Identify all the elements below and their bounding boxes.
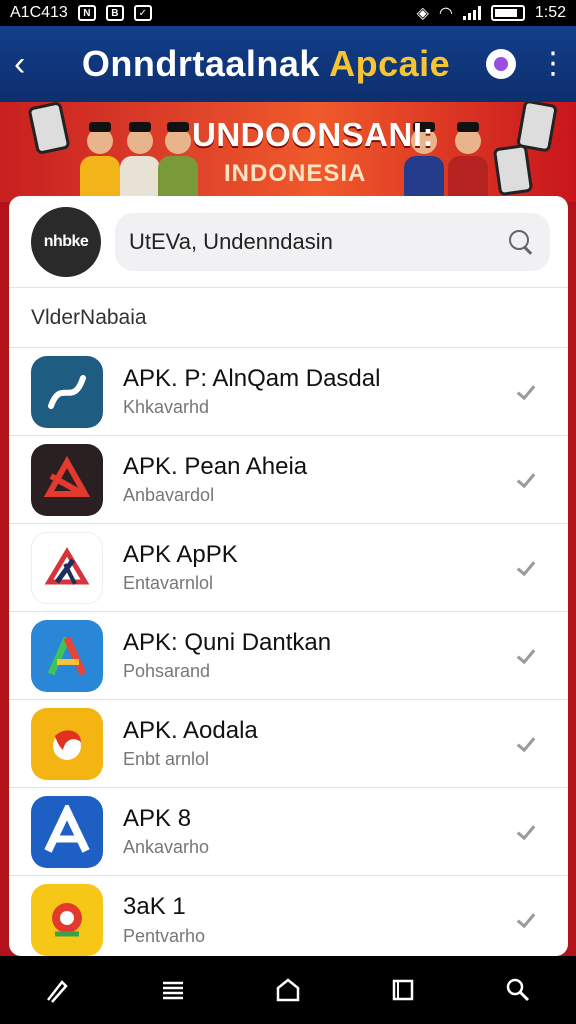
search-input[interactable] — [129, 228, 506, 255]
menu-button[interactable] — [149, 966, 197, 1014]
navigation-bar — [0, 956, 576, 1024]
app-bar: ‹ Onndrtaalnak Apcaie ⋮ — [0, 26, 576, 102]
map-pin-icon — [31, 884, 103, 956]
app-subtitle: Enbt arnlol — [123, 749, 210, 770]
battery-icon — [490, 5, 525, 21]
list-item[interactable]: APK ApPK Entavarnlol — [9, 524, 568, 612]
list-item[interactable]: APK. Pean Aheia Anbavardol — [9, 436, 568, 524]
title-accent: Apcaie — [329, 43, 451, 84]
home-button[interactable] — [264, 966, 312, 1014]
status-clock: 1:52 — [534, 4, 566, 21]
app-name: 3aK 1 — [123, 893, 186, 921]
assistant-icon — [494, 57, 508, 71]
section-label: VlderNabaia — [9, 288, 568, 348]
notification-n-icon: N — [77, 5, 96, 21]
app-list-card: nhbke VlderNabaia APK. P: AlnQam Dasdal … — [9, 196, 568, 956]
vibrate-icon: ◈ — [416, 5, 429, 22]
white-a-icon — [31, 795, 103, 868]
check-icon — [516, 645, 538, 667]
app-name: APK. P: AlnQam Dasdal — [123, 364, 381, 392]
check-icon — [516, 733, 538, 755]
list-item[interactable]: APK. P: AlnQam Dasdal Khkavarhd — [9, 348, 568, 436]
banner-heading: UNDOONSANI: — [192, 116, 434, 153]
recents-button[interactable] — [379, 966, 427, 1014]
red-a-icon — [31, 443, 103, 516]
person-figure — [120, 122, 160, 202]
home-icon — [276, 978, 300, 1002]
search-row: nhbke — [9, 196, 568, 288]
app-subtitle: Khkavarhd — [123, 397, 210, 418]
app-subtitle: Pentvarho — [123, 925, 206, 946]
check-icon — [516, 381, 538, 403]
app-name: APK. Pean Aheia — [123, 452, 308, 480]
banner-subheading: INDONESIA — [224, 160, 367, 187]
colored-a-icon — [31, 619, 103, 692]
phone-image — [27, 102, 71, 156]
app-name: APK ApPK — [123, 540, 238, 568]
signal-icon — [462, 6, 481, 20]
status-time-left: A1C413 — [10, 4, 68, 21]
triangle-logo-icon — [31, 531, 103, 604]
search-icon — [507, 978, 530, 1002]
app-subtitle: Anbavardol — [123, 485, 215, 506]
search-icon[interactable] — [506, 227, 536, 257]
page-title: Onndrtaalnak Apcaie — [54, 43, 478, 85]
avatar[interactable]: nhbke — [31, 206, 101, 277]
search-box[interactable] — [115, 212, 550, 271]
flame-icon — [31, 707, 103, 780]
check-icon — [516, 469, 538, 491]
notification-b-icon: B — [105, 5, 124, 21]
check-icon — [516, 821, 538, 843]
swoosh-icon — [31, 355, 103, 428]
menu-icon — [162, 981, 183, 1000]
promo-banner[interactable]: UNDOONSANI: INDONESIA — [0, 102, 576, 202]
title-main: Onndrtaalnak — [81, 43, 320, 84]
back-button[interactable]: ‹ — [14, 47, 54, 81]
person-figure — [448, 122, 488, 202]
nav-search-button[interactable] — [494, 966, 542, 1014]
app-subtitle: Ankavarho — [123, 837, 210, 858]
wifi-icon: ◠ — [438, 5, 453, 22]
status-bar: A1C413 N B ✓ ◈ ◠ 1:52 — [0, 0, 576, 26]
app-subtitle: Entavarnlol — [123, 573, 214, 594]
app-subtitle: Pohsarand — [123, 661, 211, 682]
list-item[interactable]: APK. Aodala Enbt arnlol — [9, 700, 568, 788]
phone-image — [492, 143, 534, 197]
app-name: APK: Quni Dantkan — [123, 628, 332, 656]
list-item[interactable]: APK: Quni Dantkan Pohsarand — [9, 612, 568, 700]
app-name: APK. Aodala — [123, 716, 258, 744]
pen-button[interactable] — [34, 966, 82, 1014]
more-options-button[interactable]: ⋮ — [538, 49, 568, 79]
list-item[interactable]: 3aK 1 Pentvarho — [9, 876, 568, 956]
list-item[interactable]: APK 8 Ankavarho — [9, 788, 568, 876]
person-figure — [80, 122, 120, 202]
check-icon — [516, 557, 538, 579]
check-icon — [516, 909, 538, 931]
app-name: APK 8 — [123, 804, 192, 832]
pen-icon — [46, 980, 68, 1003]
square-icon — [392, 979, 414, 1001]
download-icon: ✓ — [133, 5, 152, 21]
assistant-button[interactable] — [486, 49, 516, 79]
